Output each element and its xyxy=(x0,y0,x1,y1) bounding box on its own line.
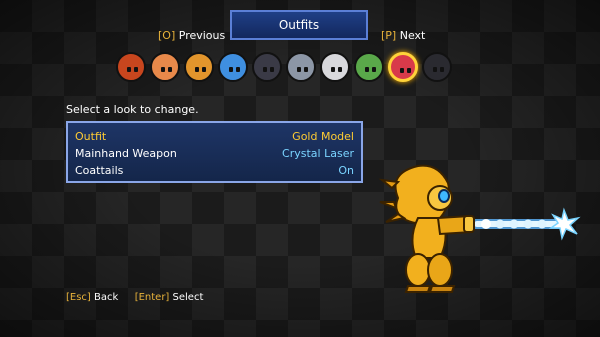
option-row-coattails[interactable]: Coattails On xyxy=(75,162,354,178)
option-label: Mainhand Weapon xyxy=(75,146,177,160)
eye-icon xyxy=(195,67,199,72)
eye-icon xyxy=(331,67,335,72)
crystal-laser-beam xyxy=(470,207,581,241)
eye-icon xyxy=(407,68,411,73)
next-label: Next xyxy=(399,29,426,42)
footer-controls: [Esc] Back [Enter] Select xyxy=(66,292,203,303)
outfit-options-panel: Outfit Gold Model Mainhand Weapon Crysta… xyxy=(66,121,363,183)
back-label: Back xyxy=(94,292,119,303)
next-character-button[interactable]: [P] Next xyxy=(381,29,425,42)
eye-icon xyxy=(161,67,165,72)
back-key-hint: [Esc] xyxy=(66,292,91,303)
blue-bird-portrait-icon[interactable] xyxy=(218,52,248,82)
gray-hood-portrait-icon[interactable] xyxy=(286,52,316,82)
eye-icon xyxy=(304,67,308,72)
eye-icon xyxy=(440,67,444,72)
screen-title-text: Outfits xyxy=(278,18,320,32)
green-hair-portrait-icon[interactable] xyxy=(354,52,384,82)
option-row-outfit[interactable]: Outfit Gold Model xyxy=(70,127,359,145)
eye-icon xyxy=(263,67,267,72)
character-preview-gold-robot xyxy=(378,164,581,293)
eye-icon xyxy=(297,67,301,72)
white-mask-portrait-icon[interactable] xyxy=(320,52,350,82)
previous-character-button[interactable]: [O] Previous xyxy=(158,29,225,42)
option-label: Outfit xyxy=(75,129,107,143)
screen-title: Outfits xyxy=(230,10,368,40)
gold-robot-body xyxy=(378,164,475,293)
eye-icon xyxy=(365,67,369,72)
eye-icon xyxy=(433,67,437,72)
select-label: Select xyxy=(172,292,204,303)
option-label: Coattails xyxy=(75,163,124,177)
next-key-hint: [P] xyxy=(381,29,397,42)
black-red-portrait-icon[interactable] xyxy=(422,52,452,82)
eye-icon xyxy=(338,67,342,72)
option-value: Gold Model xyxy=(292,129,354,143)
fox-portrait-icon[interactable] xyxy=(184,52,214,82)
select-button[interactable]: [Enter] Select xyxy=(135,292,204,303)
eye-icon xyxy=(127,67,131,72)
eye-icon xyxy=(236,67,240,72)
eye-icon xyxy=(270,67,274,72)
eye-icon xyxy=(134,67,138,72)
dark-helmet-portrait-icon[interactable] xyxy=(252,52,282,82)
option-value: On xyxy=(338,163,354,177)
back-button[interactable]: [Esc] Back xyxy=(66,292,122,303)
red-spiky-hair-portrait-icon[interactable] xyxy=(116,52,146,82)
option-row-mainhand-weapon[interactable]: Mainhand Weapon Crystal Laser xyxy=(75,145,354,161)
previous-key-hint: [O] xyxy=(158,29,176,42)
option-value: Crystal Laser xyxy=(282,146,354,160)
previous-label: Previous xyxy=(178,29,226,42)
instruction-text: Select a look to change. xyxy=(66,103,199,116)
eye-icon xyxy=(229,67,233,72)
eye-icon xyxy=(400,68,404,73)
eye-icon xyxy=(372,67,376,72)
red-robot-portrait-icon[interactable] xyxy=(388,52,418,82)
eye-icon xyxy=(202,67,206,72)
orange-hair-portrait-icon[interactable] xyxy=(150,52,180,82)
select-key-hint: [Enter] xyxy=(134,292,170,303)
eye-icon xyxy=(168,67,172,72)
